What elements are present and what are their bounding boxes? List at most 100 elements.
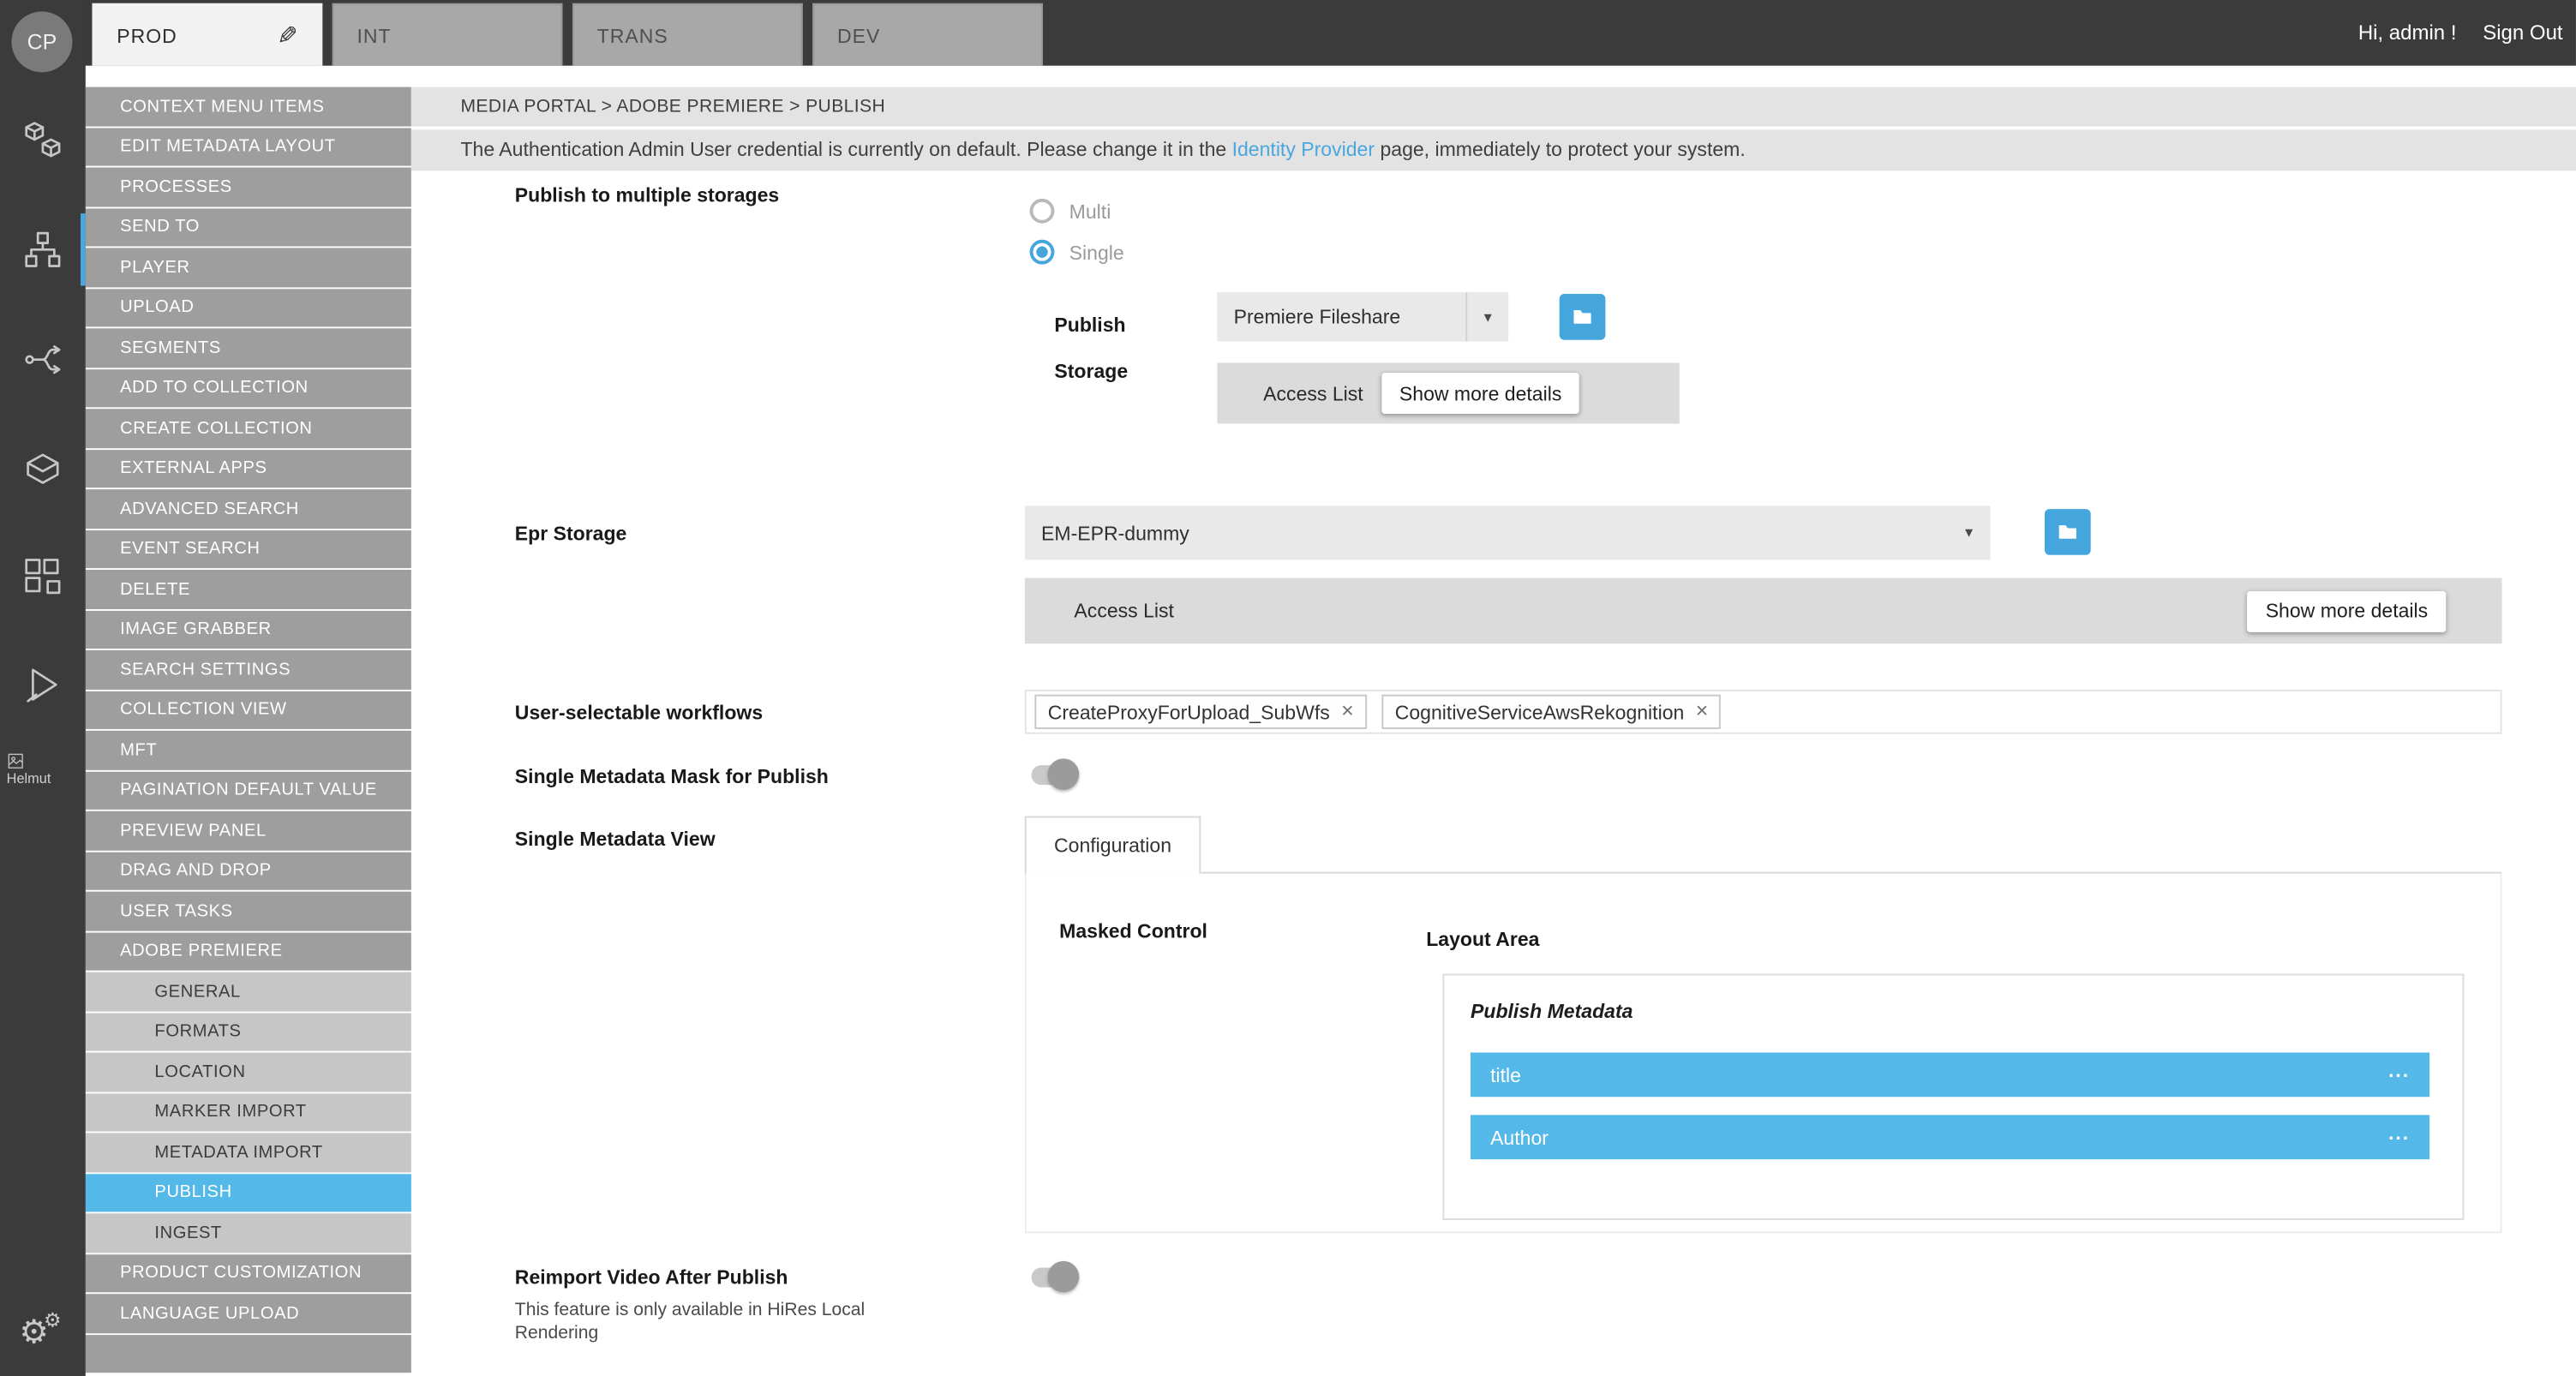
publish-show-more-button[interactable]: Show more details [1381, 373, 1580, 414]
sidebar-item[interactable]: PROCESSES [86, 167, 411, 206]
player-icon[interactable] [0, 645, 86, 724]
environment-tab[interactable]: DEV ✎ [812, 3, 1043, 66]
broken-image-icon [7, 752, 25, 770]
epr-access-box: Access List Show more details [1025, 578, 2502, 644]
apps-icon[interactable] [0, 537, 86, 616]
sidebar-item[interactable]: LOCATION [86, 1052, 411, 1091]
workflows-input[interactable]: CreateProxyForUpload_SubWfs × CognitiveS… [1025, 690, 2502, 734]
configuration-tab[interactable]: Configuration [1025, 817, 1201, 874]
sidebar-item-label: SEGMENTS [120, 338, 221, 357]
epr-show-more-button[interactable]: Show more details [2248, 590, 2447, 631]
sidebar-item[interactable]: INGEST [86, 1213, 411, 1252]
epr-storage-dropdown[interactable]: EM-EPR-dummy ▼ [1025, 506, 1991, 559]
environment-tab-label: INT [357, 24, 392, 47]
sidebar-item[interactable]: USER TASKS [86, 892, 411, 930]
workflow-icon[interactable] [0, 210, 86, 289]
sidebar-item-label: PREVIEW PANEL [120, 821, 267, 841]
identity-provider-link[interactable]: Identity Provider [1232, 138, 1375, 161]
sidebar-item[interactable]: SEARCH SETTINGS [86, 650, 411, 689]
sidebar-item[interactable]: METADATA IMPORT [86, 1133, 411, 1171]
sidebar-item[interactable]: DELETE [86, 570, 411, 608]
sidebar-item[interactable]: SEND TO [86, 207, 411, 246]
sidebar-item-label: PLAYER [120, 257, 190, 277]
sidebar-item-label: GENERAL [154, 982, 240, 1002]
radio-single-label: Single [1069, 241, 1124, 264]
environment-tab[interactable]: TRANS ✎ [572, 3, 803, 66]
sidebar-item[interactable]: PUBLISH [86, 1173, 411, 1211]
sidebar-item[interactable]: PRODUCT CUSTOMIZATION [86, 1253, 411, 1292]
sidebar-item[interactable]: EXTERNAL APPS [86, 449, 411, 488]
sidebar-item[interactable]: COLLECTION VIEW [86, 691, 411, 729]
sidebar-item[interactable]: PREVIEW PANEL [86, 811, 411, 850]
sidebar-item[interactable]: EVENT SEARCH [86, 529, 411, 568]
single-mask-toggle[interactable] [1032, 758, 1080, 789]
sign-out-link[interactable]: Sign Out [2483, 21, 2562, 45]
app-icon-rail: CP [0, 0, 86, 1376]
sidebar-item[interactable] [86, 1334, 411, 1373]
sidebar-item-label: CREATE COLLECTION [120, 418, 312, 438]
user-greeting: Hi, admin ! [2358, 21, 2457, 45]
sidebar-item-label: METADATA IMPORT [154, 1142, 322, 1162]
sidebar-item[interactable]: MARKER IMPORT [86, 1092, 411, 1131]
sidebar-item[interactable]: SEGMENTS [86, 328, 411, 367]
publish-access-list-label: Access List [1263, 382, 1363, 405]
sidebar-item[interactable]: GENERAL [86, 972, 411, 1011]
sidebar-item-label: IMAGE GRABBER [120, 619, 272, 639]
modules-icon[interactable] [0, 100, 86, 179]
sidebar-item[interactable]: CONTEXT MENU ITEMS [86, 87, 411, 126]
sidebar-item[interactable]: CREATE COLLECTION [86, 409, 411, 447]
environment-tab-label: DEV [837, 24, 880, 47]
configuration-panel: Masked Control Layout Area Publish Metad… [1025, 872, 2502, 1234]
publish-storage-label: Publish Storage [1054, 302, 1169, 394]
sidebar-item[interactable]: FORMATS [86, 1013, 411, 1051]
environment-tab-label: TRANS [597, 24, 668, 47]
settings-gear-icon[interactable]: ⚙ ⚙ [0, 1294, 86, 1373]
breadcrumb-text: MEDIA PORTAL > ADOBE PREMIERE > PUBLISH [460, 97, 885, 117]
sidebar-item-label: ADOBE PREMIERE [120, 942, 283, 961]
topbar: PROD ✎ INT ✎ TRANS ✎ DEV ✎ H [0, 0, 2576, 66]
sidebar-item-label: CONTEXT MENU ITEMS [120, 97, 324, 117]
sidebar-item[interactable]: EDIT METADATA LAYOUT [86, 128, 411, 166]
routing-icon[interactable] [0, 320, 86, 399]
sidebar-item[interactable]: ADOBE PREMIERE [86, 932, 411, 971]
sidebar-item[interactable]: MFT [86, 731, 411, 769]
sidebar-item[interactable]: PLAYER [86, 248, 411, 286]
collection-icon[interactable] [0, 428, 86, 507]
more-options-icon[interactable]: ... [2388, 1121, 2410, 1144]
remove-chip-icon[interactable]: × [1341, 699, 1354, 721]
radio-option-single[interactable]: Single [1030, 240, 1124, 265]
environment-tab[interactable]: INT ✎ [332, 3, 563, 66]
warning-banner: The Authentication Admin User credential… [411, 129, 2576, 171]
helmut-label: Helmut [7, 770, 51, 787]
environment-tab[interactable]: PROD ✎ [92, 3, 322, 66]
more-options-icon[interactable]: ... [2388, 1058, 2410, 1081]
sidebar-item-label: MARKER IMPORT [154, 1102, 306, 1122]
caret-down-icon: ▼ [1948, 525, 1991, 540]
metadata-field-bar[interactable]: title ... [1471, 1052, 2429, 1097]
publish-storage-browse-button[interactable] [1560, 294, 1606, 340]
sidebar-item[interactable]: IMAGE GRABBER [86, 610, 411, 649]
remove-chip-icon[interactable]: × [1696, 699, 1709, 721]
avatar[interactable]: CP [11, 11, 72, 72]
epr-storage-browse-button[interactable] [2045, 509, 2091, 555]
folder-icon [2056, 521, 2079, 544]
topbar-user-area: Hi, admin ! Sign Out [2358, 0, 2563, 66]
sidebar-item-label: PRODUCT CUSTOMIZATION [120, 1263, 362, 1283]
helmut-logo[interactable]: Helmut [0, 752, 86, 787]
sidebar-item[interactable]: LANGUAGE UPLOAD [86, 1294, 411, 1332]
sidebar-item[interactable]: ADVANCED SEARCH [86, 489, 411, 528]
metadata-field-label: title [1490, 1063, 1521, 1086]
epr-storage-value: EM-EPR-dummy [1025, 521, 1948, 544]
sidebar-item-label: UPLOAD [120, 297, 194, 317]
publish-storage-dropdown[interactable]: Premiere Fileshare ▼ [1217, 292, 1508, 341]
sidebar-item[interactable]: ADD TO COLLECTION [86, 368, 411, 407]
metadata-field-bar[interactable]: Author ... [1471, 1115, 2429, 1159]
sidebar-item[interactable]: UPLOAD [86, 288, 411, 326]
environment-tabs: PROD ✎ INT ✎ TRANS ✎ DEV ✎ [92, 3, 1042, 66]
radio-option-multi[interactable]: Multi [1030, 199, 1111, 224]
reimport-toggle[interactable] [1032, 1261, 1080, 1292]
sidebar-item-label: DELETE [120, 579, 190, 599]
sidebar-item[interactable]: DRAG AND DROP [86, 852, 411, 890]
sidebar-item[interactable]: PAGINATION DEFAULT VALUE [86, 771, 411, 810]
sidebar-item-label: INGEST [154, 1223, 221, 1242]
